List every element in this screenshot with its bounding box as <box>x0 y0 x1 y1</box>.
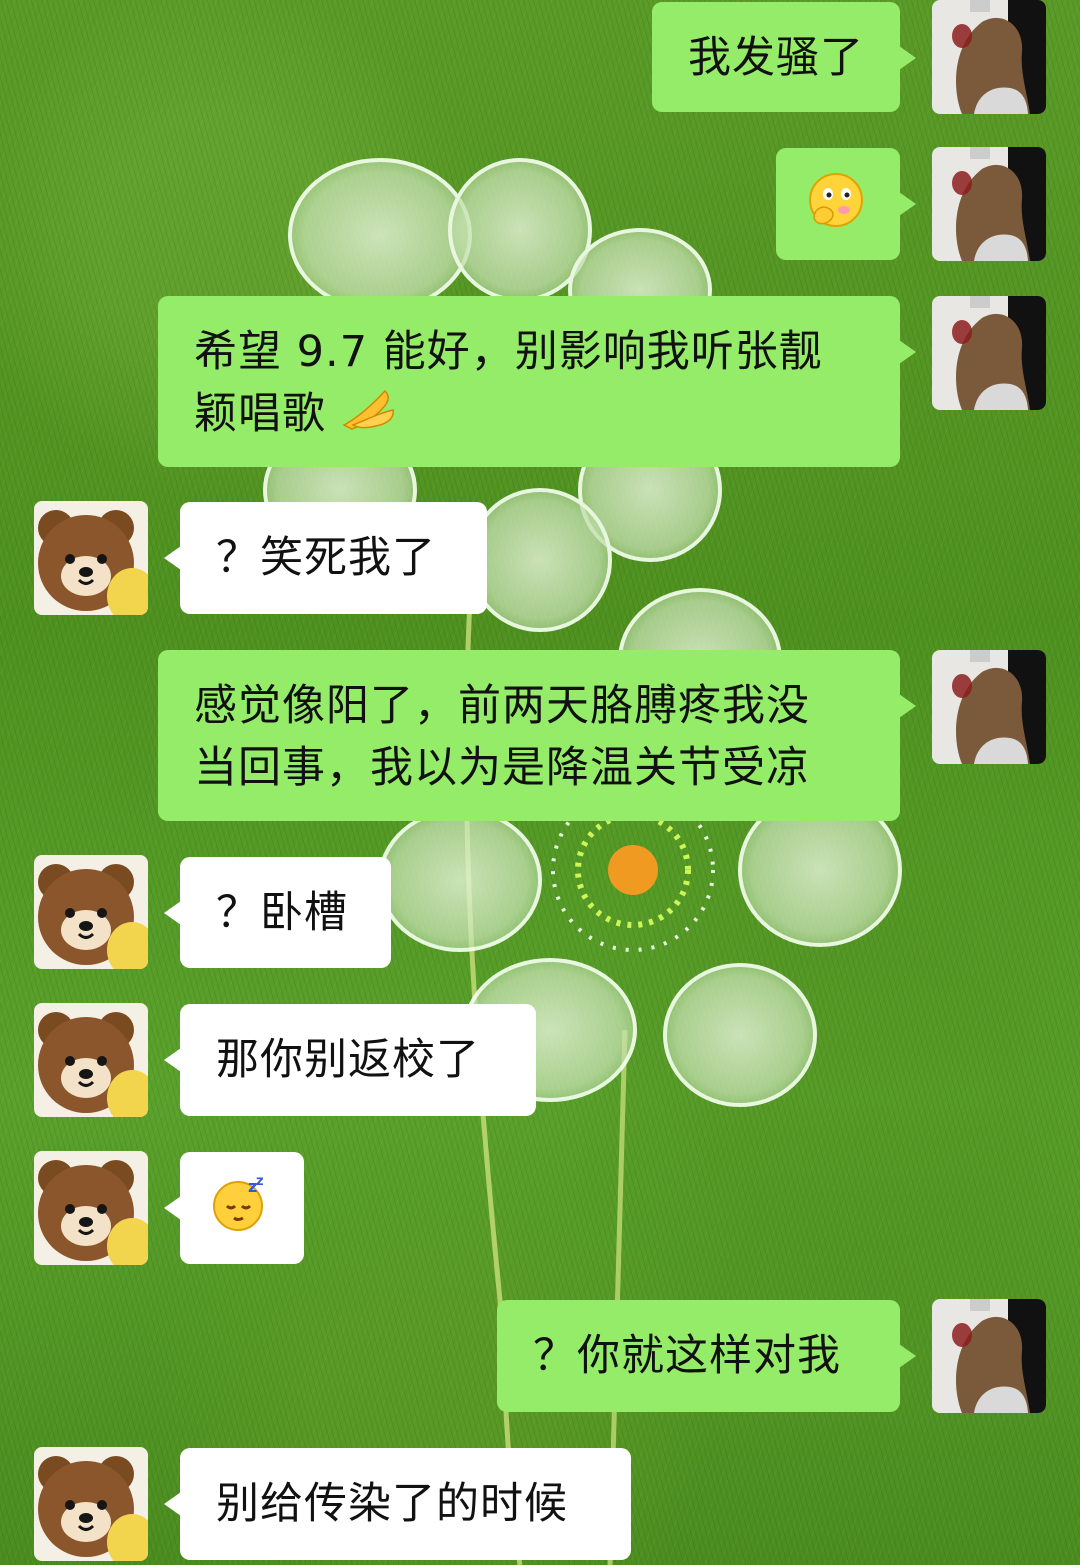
svg-text:z: z <box>256 1174 265 1189</box>
friend-message-bubble[interactable]: 别给传染了的时候 <box>164 1448 631 1560</box>
my-avatar[interactable] <box>932 650 1046 764</box>
my-avatar[interactable] <box>932 147 1046 261</box>
person-avatar-icon <box>932 0 1046 114</box>
my-emoji-bubble[interactable] <box>776 148 916 260</box>
message-text-line-2: 当回事，我以为是降温关节受凉 <box>194 743 810 793</box>
person-avatar-icon <box>932 296 1046 410</box>
folded-hands-icon <box>341 386 396 448</box>
message-text: ？你就这样对我 <box>533 1331 841 1381</box>
bear-avatar-icon <box>34 855 148 969</box>
message-text-line-1: 希望 9.7 能好，别影响我听张靓 <box>194 327 823 377</box>
friend-avatar[interactable] <box>34 1151 148 1265</box>
my-message-bubble[interactable]: 我发骚了 <box>652 2 916 112</box>
bear-avatar-icon <box>34 501 148 615</box>
message-text-line-1: 感觉像阳了，前两天胳膊疼我没 <box>194 681 810 731</box>
friend-message-bubble[interactable]: ？笑死我了 <box>164 502 487 614</box>
friend-avatar[interactable] <box>34 501 148 615</box>
my-avatar[interactable] <box>932 0 1046 114</box>
bear-avatar-icon <box>34 1003 148 1117</box>
friend-message-bubble[interactable]: ？卧槽 <box>164 857 391 968</box>
message-text: 我发骚了 <box>688 33 864 83</box>
my-avatar[interactable] <box>932 296 1046 410</box>
message-text: 别给传染了的时候 <box>216 1479 568 1529</box>
bear-avatar-icon <box>34 1447 148 1561</box>
message-text: ？笑死我了 <box>216 533 436 583</box>
my-message-bubble[interactable]: 感觉像阳了，前两天胳膊疼我没 当回事，我以为是降温关节受凉 <box>158 650 916 821</box>
face-with-hand-over-mouth-icon <box>806 170 866 247</box>
bear-avatar-icon <box>34 1151 148 1265</box>
person-avatar-icon <box>932 147 1046 261</box>
person-avatar-icon <box>932 650 1046 764</box>
sleeping-face-icon: z z <box>210 1174 270 1251</box>
message-text: ？卧槽 <box>216 888 348 938</box>
my-message-bubble[interactable]: 希望 9.7 能好，别影响我听张靓 颖唱歌 <box>158 296 916 467</box>
friend-avatar[interactable] <box>34 855 148 969</box>
friend-emoji-bubble[interactable]: z z <box>164 1152 304 1264</box>
my-message-bubble[interactable]: ？你就这样对我 <box>497 1300 916 1412</box>
person-avatar-icon <box>932 1299 1046 1413</box>
message-text-line-2: 颖唱歌 <box>194 389 326 439</box>
my-avatar[interactable] <box>932 1299 1046 1413</box>
friend-avatar[interactable] <box>34 1003 148 1117</box>
friend-message-bubble[interactable]: 那你别返校了 <box>164 1004 536 1116</box>
message-text: 那你别返校了 <box>216 1035 480 1085</box>
friend-avatar[interactable] <box>34 1447 148 1561</box>
